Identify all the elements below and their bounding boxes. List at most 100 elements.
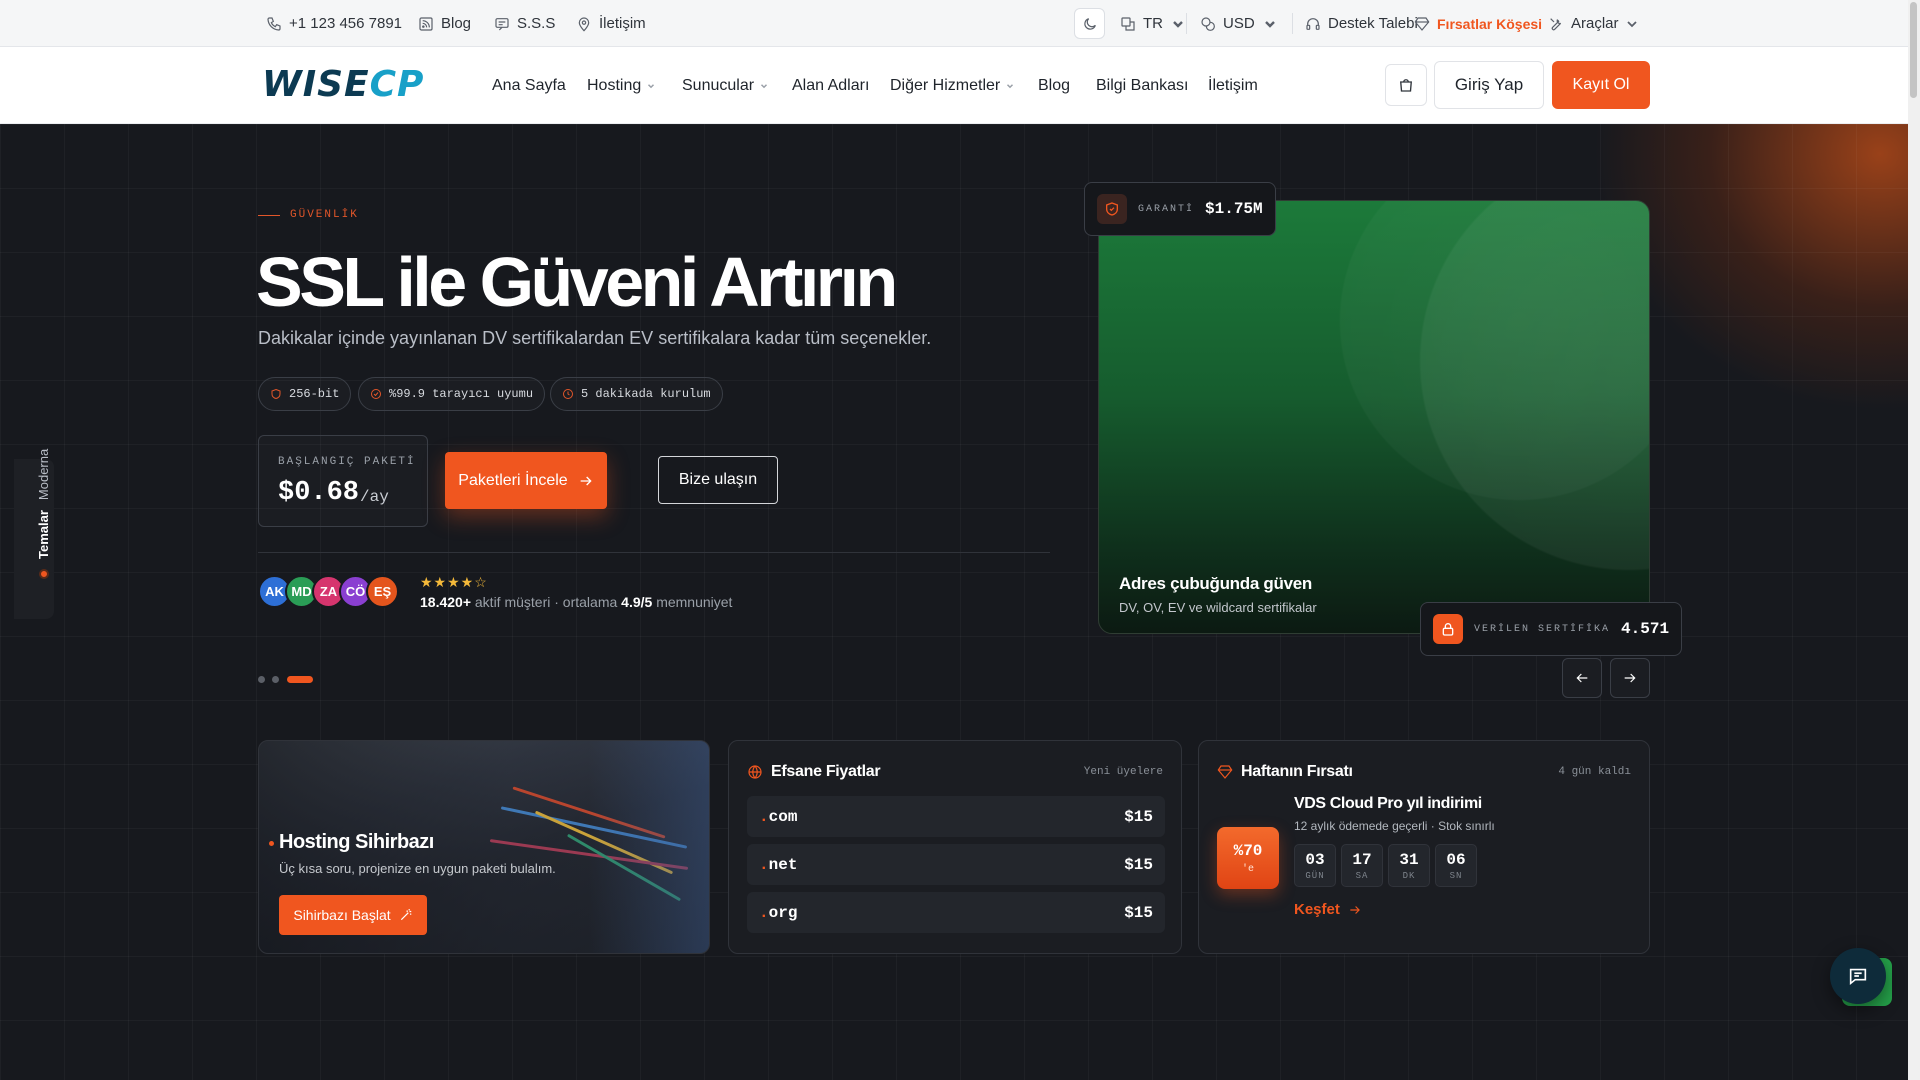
card-subtitle: DV, OV, EV ve wildcard sertifikalar xyxy=(1119,600,1317,615)
arrow-left-icon xyxy=(1576,673,1588,683)
panel-tag: 4 gün kaldı xyxy=(1558,766,1631,778)
scrollbar-thumb[interactable] xyxy=(1910,2,1917,98)
globe-icon xyxy=(748,765,762,779)
start-wizard-button[interactable]: Sihirbazı Başlat xyxy=(279,895,427,935)
hosting-wizard-panel: Hosting Sihirbazı Üç kısa soru, projeniz… xyxy=(258,740,710,954)
nav-item-hosting[interactable]: Hosting xyxy=(587,47,656,124)
diamond-icon xyxy=(1414,16,1430,31)
deals-link[interactable]: Fırsatlar Köşesi xyxy=(1414,0,1542,47)
contact-us-button[interactable]: Bize ulaşın xyxy=(658,456,778,504)
arrow-right-icon xyxy=(1350,905,1360,914)
countdown-hours: 17 SA xyxy=(1341,844,1383,887)
domain-price-row[interactable]: .org $15 xyxy=(747,892,1165,933)
language-selector[interactable]: TR xyxy=(1120,0,1186,47)
deal-description: 12 aylık ödemede geçerli · Stok sınırlı xyxy=(1294,819,1495,833)
login-button[interactable]: Giriş Yap xyxy=(1434,61,1544,109)
phone-link[interactable]: +1 123 456 7891 xyxy=(266,0,402,47)
divider xyxy=(258,552,1050,553)
chevron-down-icon xyxy=(648,83,655,88)
nav-item-contact[interactable]: İletişim xyxy=(1208,47,1258,124)
register-button[interactable]: Kayıt Ol xyxy=(1552,61,1650,109)
slide-dot-active[interactable] xyxy=(287,676,313,683)
cart-button[interactable] xyxy=(1385,64,1427,106)
rating-stars: ★★★★☆ xyxy=(420,574,488,590)
slide-dot[interactable] xyxy=(258,676,265,683)
chevron-down-icon xyxy=(1173,20,1183,28)
wisecp-logo[interactable]: WISE CP xyxy=(262,64,424,105)
hero-title: SSL ile Güveni Artırın xyxy=(256,243,898,321)
social-proof-text: 18.420+ aktif müşteri · ortalama 4.9/5 m… xyxy=(420,594,733,610)
domain-price-row[interactable]: .net $15 xyxy=(747,844,1165,885)
nav-item-home[interactable]: Ana Sayfa xyxy=(492,47,566,124)
arrow-right-icon xyxy=(1624,673,1636,683)
certificates-issued-badge: VERİLEN SERTİFİKA 4.571 xyxy=(1420,602,1683,656)
slide-dot[interactable] xyxy=(272,676,279,683)
live-chat-button[interactable] xyxy=(1830,948,1886,1004)
nav-item-knowledge-base[interactable]: Bilgi Bankası xyxy=(1096,47,1189,124)
nav-item-blog[interactable]: Blog xyxy=(1038,47,1070,124)
discount-badge: %70 'e xyxy=(1217,827,1279,889)
contact-link[interactable]: İletişim xyxy=(576,0,646,47)
domain-prices-panel: Efsane Fiyatlar Yeni üyelere .com $15 .n… xyxy=(728,740,1182,954)
currency-selector[interactable]: USD xyxy=(1200,0,1278,47)
headset-icon xyxy=(1306,17,1320,30)
feature-chip: 256-bit xyxy=(258,377,352,411)
rss-icon xyxy=(419,16,433,31)
section-eyebrow: GÜVENLİK xyxy=(258,209,359,221)
hero-section: GÜVENLİK SSL ile Güveni Artırın Dakikala… xyxy=(0,124,1908,1080)
panel-tag: Yeni üyelere xyxy=(1083,766,1163,778)
chevron-down-icon xyxy=(1007,83,1014,88)
moon-icon xyxy=(1083,17,1096,30)
price-unit: /ay xyxy=(360,488,389,506)
translate-icon xyxy=(1121,16,1135,31)
blog-link[interactable]: Blog xyxy=(418,0,471,47)
countdown-days: 03 GÜN xyxy=(1294,844,1336,887)
clock-icon xyxy=(563,389,573,399)
chevron-down-icon xyxy=(1264,20,1275,28)
message-icon xyxy=(495,17,509,30)
main-navigation: WISE CP Ana Sayfa Hosting Sunucular Alan … xyxy=(0,47,1908,124)
nav-item-other-services[interactable]: Diğer Hizmetler xyxy=(890,47,1015,124)
chevron-down-icon xyxy=(1626,20,1637,27)
explore-link[interactable]: Keşfet xyxy=(1294,901,1362,918)
ssl-feature-card: Adres çubuğunda güven DV, OV, EV ve wild… xyxy=(1098,200,1650,634)
countdown-minutes: 31 DK xyxy=(1388,844,1430,887)
slider-prev-button[interactable] xyxy=(1562,658,1602,698)
hero-subtitle: Dakikalar içinde yayınlanan DV sertifika… xyxy=(258,328,932,348)
chevron-down-icon xyxy=(761,83,768,88)
slider-next-button[interactable] xyxy=(1610,658,1650,698)
nav-item-domains[interactable]: Alan Adları xyxy=(792,47,869,124)
page-scrollbar[interactable] xyxy=(1908,0,1920,1080)
deal-name: VDS Cloud Pro yıl indirimi xyxy=(1294,795,1482,812)
countdown-seconds: 06 SN xyxy=(1435,844,1477,887)
support-link[interactable]: Destek Talebi xyxy=(1305,0,1418,47)
wizard-title: Hosting Sihirbazı xyxy=(279,831,434,853)
tools-menu[interactable]: Araçlar xyxy=(1548,0,1638,47)
tools-icon xyxy=(1550,17,1562,30)
diamond-icon xyxy=(1217,765,1233,779)
top-bar: +1 123 456 7891 Blog S.S.S İletişim TR U… xyxy=(0,0,1908,47)
view-packages-button[interactable]: Paketleri İncele xyxy=(445,452,607,509)
guarantee-badge: GARANTİ $1.75M xyxy=(1084,182,1276,236)
theme-side-tab[interactable]: Temalar Moderna xyxy=(14,449,54,619)
hand-shadow-decoration xyxy=(589,741,709,953)
shield-icon xyxy=(1097,194,1127,224)
avatar: EŞ xyxy=(366,575,399,608)
nav-item-servers[interactable]: Sunucular xyxy=(682,47,769,124)
faq-link[interactable]: S.S.S xyxy=(494,0,555,47)
price-label: BAŞLANGIÇ PAKETİ xyxy=(278,456,416,468)
starter-price-box: BAŞLANGIÇ PAKETİ $0.68 /ay xyxy=(258,435,428,527)
location-pin-icon xyxy=(578,16,590,32)
phone-icon xyxy=(267,16,281,31)
check-circle-icon xyxy=(371,389,381,399)
wizard-text: Üç kısa soru, projenize en uygun paketi … xyxy=(279,861,556,876)
domain-price-row[interactable]: .com $15 xyxy=(747,796,1165,837)
chat-bubble-icon xyxy=(1849,968,1867,986)
magic-wand-icon xyxy=(400,908,412,921)
theme-toggle-button[interactable] xyxy=(1074,8,1105,39)
lock-icon xyxy=(1433,614,1463,644)
shield-icon xyxy=(271,388,281,400)
panel-header: Efsane Fiyatlar xyxy=(747,763,881,781)
coins-icon xyxy=(1201,16,1215,31)
theme-indicator-dot xyxy=(38,569,49,579)
